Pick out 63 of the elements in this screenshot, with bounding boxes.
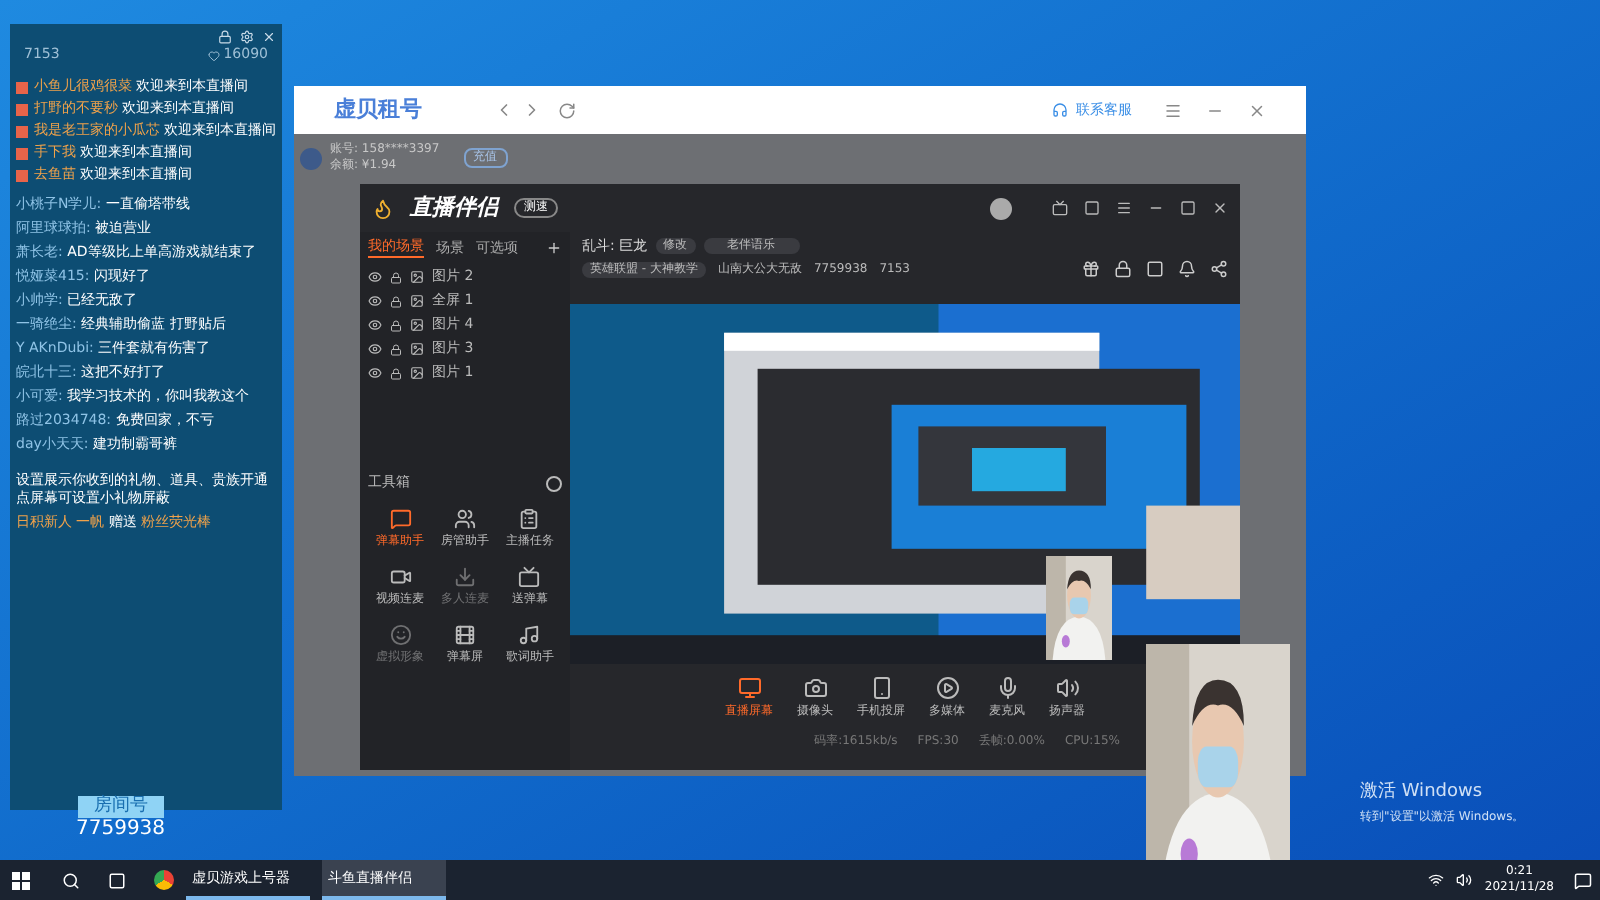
- share-icon[interactable]: [1210, 259, 1228, 277]
- search-icon[interactable]: [62, 871, 80, 889]
- collapse-icon[interactable]: [546, 475, 562, 491]
- image-icon: [410, 366, 424, 380]
- window-title: 虚贝租号: [334, 93, 424, 126]
- app-title: 直播伴侣: [410, 191, 498, 224]
- volume-icon: [1456, 872, 1473, 888]
- lock-icon[interactable]: [390, 367, 402, 379]
- network-icon: [1428, 872, 1445, 888]
- image-icon: [410, 342, 424, 356]
- tv-icon[interactable]: [1052, 200, 1068, 216]
- people-icon: [453, 508, 476, 530]
- music-icon: [518, 624, 541, 646]
- gift-icon[interactable]: [1082, 259, 1100, 277]
- room-number: 7759938: [76, 818, 166, 842]
- eye-icon[interactable]: [368, 318, 382, 332]
- lock-icon[interactable]: [218, 30, 232, 44]
- phone-icon: [869, 676, 893, 700]
- lock-icon[interactable]: [390, 295, 402, 307]
- menu-icon[interactable]: [1116, 200, 1132, 216]
- clipboard-icon: [518, 508, 541, 530]
- maximize-icon[interactable]: [1180, 200, 1196, 216]
- monitor-icon: [737, 676, 761, 700]
- play-icon: [935, 676, 959, 700]
- bell-icon[interactable]: [1178, 259, 1196, 277]
- close-icon[interactable]: [1248, 101, 1266, 119]
- download-icon: [453, 566, 476, 588]
- browser-icon[interactable]: [154, 870, 174, 890]
- film-icon: [453, 624, 476, 646]
- task-view-icon[interactable]: [108, 871, 126, 889]
- menu-icon[interactable]: [1164, 101, 1182, 119]
- refresh-icon[interactable]: [558, 101, 576, 119]
- start-icon[interactable]: [12, 871, 30, 889]
- smile-icon: [389, 624, 412, 646]
- eye-icon[interactable]: [368, 366, 382, 380]
- headset-icon: [1052, 102, 1068, 118]
- avatar: [300, 147, 322, 169]
- avatar[interactable]: [990, 197, 1012, 219]
- activation-title: 激活 Windows: [1360, 780, 1485, 806]
- close-icon[interactable]: [1212, 200, 1228, 216]
- lock-icon[interactable]: [390, 319, 402, 331]
- tv-icon: [518, 566, 541, 588]
- heart-icon: [207, 49, 220, 61]
- image-icon: [410, 294, 424, 308]
- notification-icon[interactable]: [1574, 871, 1592, 889]
- image-icon: [410, 270, 424, 284]
- eye-icon[interactable]: [368, 342, 382, 356]
- lock-icon[interactable]: [390, 343, 402, 355]
- eye-icon[interactable]: [368, 270, 382, 284]
- microphone-icon: [995, 676, 1019, 700]
- eye-icon[interactable]: [368, 294, 382, 308]
- lock-icon[interactable]: [390, 271, 402, 283]
- camera-icon: [803, 676, 827, 700]
- window-icon[interactable]: [1084, 200, 1100, 216]
- settings-icon[interactable]: [240, 30, 254, 44]
- speaker-icon: [1055, 676, 1079, 700]
- image-icon: [410, 318, 424, 332]
- lock-icon[interactable]: [1114, 259, 1132, 277]
- window-icon[interactable]: [1146, 259, 1164, 277]
- chat-icon: [389, 508, 412, 530]
- room-label: 房间号: [77, 796, 164, 818]
- add-icon[interactable]: [546, 240, 562, 256]
- video-icon: [389, 566, 412, 588]
